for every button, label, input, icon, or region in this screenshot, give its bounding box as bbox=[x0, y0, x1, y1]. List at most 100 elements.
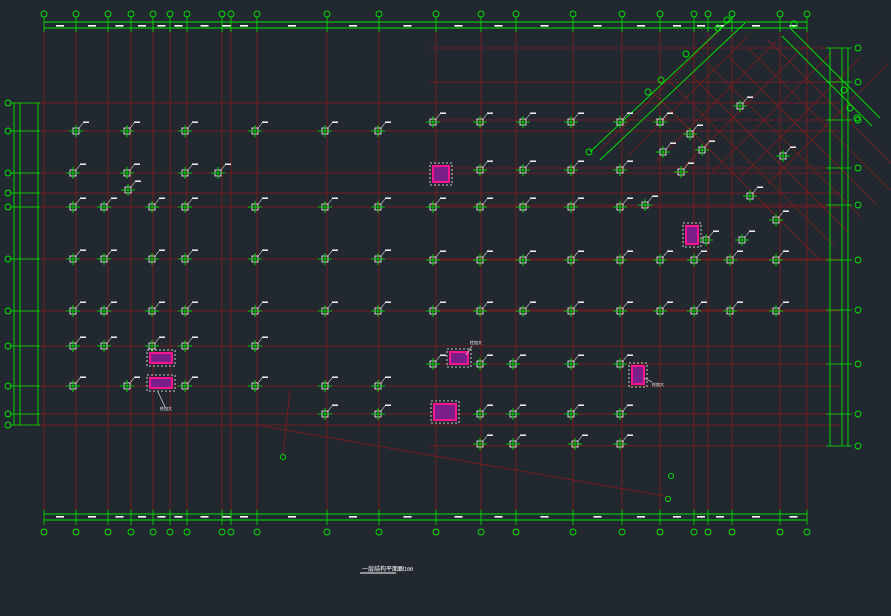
axis-bubble-bottom bbox=[690, 528, 698, 536]
axis-bubble-top bbox=[149, 10, 157, 18]
column-leader bbox=[327, 377, 333, 384]
column-label bbox=[627, 112, 633, 114]
column-leader bbox=[187, 122, 193, 129]
dimension-text bbox=[222, 516, 231, 518]
column-label bbox=[80, 376, 86, 378]
column-leader bbox=[435, 302, 441, 309]
highlight-column bbox=[685, 225, 699, 245]
axis-bubble-bottom bbox=[618, 528, 626, 536]
column-label bbox=[135, 180, 141, 182]
structural-floor-plan: 柱加大 柱加大 柱加大 一层结构平面图 1:100 bbox=[4, 10, 891, 574]
column-leader bbox=[482, 302, 488, 309]
axis-bubble-bottom bbox=[704, 528, 712, 536]
axis-bubble-right bbox=[854, 306, 862, 314]
column-leader bbox=[662, 302, 668, 309]
axis-bubble-top bbox=[569, 10, 577, 18]
column-label bbox=[530, 160, 536, 162]
column-label bbox=[111, 301, 117, 303]
column-leader bbox=[154, 198, 160, 205]
highlight-column bbox=[432, 165, 450, 183]
column-label bbox=[627, 160, 633, 162]
axis-bubble-bottom bbox=[512, 528, 520, 536]
column-label bbox=[487, 301, 493, 303]
axis-bubble-top bbox=[227, 10, 235, 18]
column-label bbox=[134, 163, 140, 165]
dimension-text bbox=[174, 25, 183, 27]
scale-note: 1:100 bbox=[398, 567, 413, 573]
column-leader bbox=[75, 164, 81, 171]
axis-bubble-extra bbox=[664, 495, 672, 503]
dimension-line-diagonal bbox=[589, 14, 736, 153]
column-marker bbox=[248, 249, 268, 265]
column-leader bbox=[380, 302, 386, 309]
column-label bbox=[332, 121, 338, 123]
column-marker bbox=[318, 376, 338, 392]
column-leader bbox=[525, 198, 531, 205]
column-label bbox=[530, 112, 536, 114]
column-leader bbox=[573, 161, 579, 168]
column-label bbox=[688, 162, 694, 164]
column-label bbox=[667, 250, 673, 252]
enlarged-column-7 bbox=[682, 222, 702, 248]
column-label bbox=[757, 186, 763, 188]
highlighted-columns bbox=[146, 162, 702, 424]
column-leader bbox=[75, 198, 81, 205]
dimension-text bbox=[240, 25, 248, 27]
axis-bubble-top bbox=[166, 10, 174, 18]
column-label bbox=[262, 336, 268, 338]
column-marker bbox=[723, 250, 743, 266]
dimension-text bbox=[349, 25, 357, 27]
column-marker bbox=[178, 197, 198, 213]
axis-bubble-right bbox=[854, 164, 862, 172]
axis-bubble-top bbox=[776, 10, 784, 18]
drawing-viewport[interactable]: 柱加大 柱加大 柱加大 一层结构平面图 1:100 bbox=[0, 0, 891, 612]
column-label bbox=[520, 434, 526, 436]
column-marker bbox=[371, 404, 391, 420]
axis-bubble-right bbox=[854, 442, 862, 450]
dimension-text bbox=[88, 516, 96, 518]
column-marker bbox=[769, 250, 789, 266]
column-leader bbox=[525, 251, 531, 258]
column-label bbox=[80, 301, 86, 303]
axis-bubble-top bbox=[432, 10, 440, 18]
column-marker bbox=[97, 301, 117, 317]
column-marker bbox=[178, 249, 198, 265]
column-label bbox=[192, 336, 198, 338]
axis-bubble-top bbox=[512, 10, 520, 18]
column-leader bbox=[515, 355, 521, 362]
dimension-text bbox=[403, 516, 412, 518]
axis-bubble-top bbox=[253, 10, 261, 18]
axis-bubble-bottom bbox=[218, 528, 226, 536]
column-label bbox=[578, 197, 584, 199]
annotation-note-a: 柱加大 bbox=[160, 405, 172, 411]
column-leader bbox=[785, 147, 791, 154]
column-marker bbox=[564, 354, 584, 370]
column-label bbox=[667, 301, 673, 303]
column-marker bbox=[568, 434, 588, 450]
note-leader bbox=[643, 377, 653, 383]
column-marker bbox=[97, 249, 117, 265]
dimension-text bbox=[115, 25, 124, 27]
column-leader bbox=[622, 251, 628, 258]
dimension-text bbox=[115, 516, 124, 518]
column-leader bbox=[482, 161, 488, 168]
column-marker bbox=[371, 376, 391, 392]
column-leader bbox=[482, 355, 488, 362]
column-leader bbox=[482, 405, 488, 412]
dimension-text bbox=[174, 516, 183, 518]
axis-bubble-bottom bbox=[227, 528, 235, 536]
axis-bubble-bottom bbox=[127, 528, 135, 536]
column-label bbox=[487, 197, 493, 199]
column-leader bbox=[622, 113, 628, 120]
column-marker bbox=[769, 210, 789, 226]
dimension-text bbox=[673, 516, 681, 518]
column-leader bbox=[744, 231, 750, 238]
column-marker bbox=[318, 121, 338, 137]
axis-bubble-right bbox=[854, 44, 862, 52]
column-marker bbox=[695, 140, 715, 156]
column-label bbox=[159, 249, 165, 251]
dimension-text bbox=[752, 25, 760, 27]
column-label bbox=[652, 195, 658, 197]
column-marker bbox=[687, 250, 707, 266]
dimension-text bbox=[637, 516, 645, 518]
